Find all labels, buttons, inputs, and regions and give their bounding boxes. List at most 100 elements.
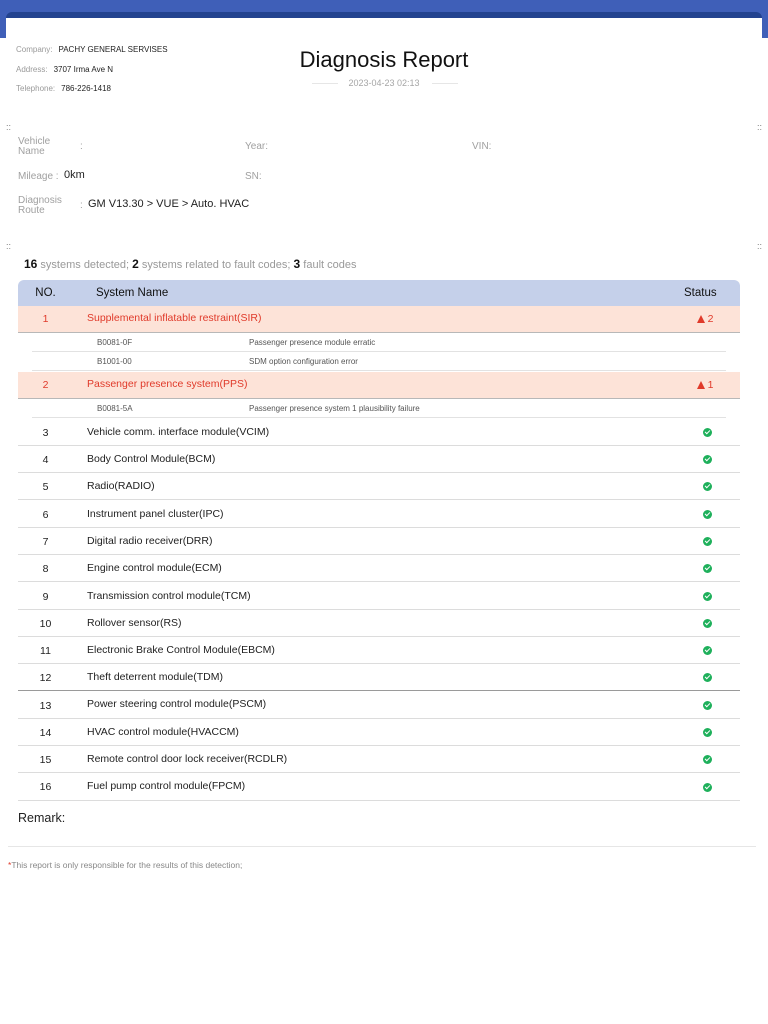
- system-name: Vehicle comm. interface module(VCIM): [87, 426, 270, 438]
- row-number: 15: [39, 754, 52, 766]
- check-circle-icon: [702, 481, 712, 491]
- mileage-label: Mileage :: [18, 171, 59, 182]
- table-row[interactable]: 14 HVAC control module(HVACCM): [18, 719, 740, 746]
- mileage-value: 0km: [64, 169, 85, 181]
- fault-description: Passenger presence module erratic: [249, 338, 376, 347]
- row-number: 16: [39, 781, 52, 793]
- systems-table-header: NO. System Name Status: [18, 280, 740, 306]
- warning-icon: [696, 315, 705, 323]
- system-name: Power steering control module(PSCM): [87, 698, 267, 710]
- fault-code: B0081-5A: [97, 404, 133, 413]
- fault-code: B1001-00: [97, 357, 132, 366]
- system-name: Electronic Brake Control Module(EBCM): [87, 644, 275, 656]
- row-number: 1: [42, 313, 49, 325]
- system-name: Instrument panel cluster(IPC): [87, 508, 224, 520]
- check-circle-icon: [702, 454, 712, 464]
- table-row-fault[interactable]: 2 Passenger presence system(PPS) 1: [18, 372, 740, 399]
- fault-code-row: B1001-00 SDM option configuration error: [32, 352, 726, 371]
- row-number: 6: [42, 509, 49, 521]
- fault-status: 1: [690, 379, 720, 391]
- table-row-fault[interactable]: 1 Supplemental inflatable restraint(SIR)…: [18, 306, 740, 333]
- row-number: 12: [39, 672, 52, 684]
- fault-code: B0081-0F: [97, 338, 133, 347]
- separator-glyph: ::: [757, 241, 763, 251]
- check-circle-icon: [702, 536, 712, 546]
- remark-label: Remark:: [18, 811, 66, 825]
- fault-status: 2: [690, 313, 720, 325]
- table-row[interactable]: 15 Remote control door lock receiver(RCD…: [18, 746, 740, 773]
- systems-text: systems detected;: [40, 259, 130, 271]
- system-name: Theft deterrent module(TDM): [87, 671, 223, 683]
- report-title: Diagnosis Report: [299, 47, 469, 72]
- row-number: 11: [40, 645, 51, 657]
- row-number: 7: [42, 536, 49, 548]
- table-row[interactable]: 9 Transmission control module(TCM): [18, 582, 740, 610]
- systems-count: 16: [24, 257, 38, 271]
- row-number: 5: [42, 481, 49, 493]
- table-row[interactable]: 10 Rollover sensor(RS): [18, 610, 740, 637]
- fault-description: Passenger presence system 1 plausibility…: [249, 404, 420, 413]
- check-circle-icon: [702, 591, 712, 601]
- check-circle-icon: [702, 727, 712, 737]
- table-row[interactable]: 16 Fuel pump control module(FPCM): [18, 773, 740, 801]
- date-divider-right: [432, 83, 458, 84]
- vin-label: VIN:: [472, 141, 492, 152]
- separator-glyph: ::: [6, 122, 12, 132]
- fault-code-row: B0081-0F Passenger presence module errat…: [32, 333, 726, 352]
- check-circle-icon: [702, 645, 712, 655]
- footer-divider: [8, 846, 756, 847]
- table-row[interactable]: 5 Radio(RADIO): [18, 473, 740, 500]
- check-circle-icon: [702, 563, 712, 573]
- vehicle-name-colon: :: [80, 141, 83, 152]
- vehicle-name-label: Vehicle Name: [18, 136, 51, 157]
- header-no: NO.: [35, 287, 56, 299]
- system-name: Rollover sensor(RS): [87, 617, 182, 629]
- diagnosis-route-label: Diagnosis Route: [18, 195, 62, 216]
- fault-count: 2: [707, 313, 714, 325]
- check-circle-icon: [702, 754, 712, 764]
- row-number: 14: [39, 727, 52, 739]
- row-number: 8: [42, 563, 49, 575]
- check-circle-icon: [702, 782, 712, 792]
- row-number: 10: [39, 618, 52, 630]
- table-row[interactable]: 4 Body Control Module(BCM): [18, 446, 740, 473]
- separator-glyph: ::: [6, 241, 12, 251]
- warning-icon: [696, 381, 705, 389]
- diagnosis-route-value: GM V13.30 > VUE > Auto. HVAC: [88, 198, 250, 210]
- system-name: Digital radio receiver(DRR): [87, 535, 213, 547]
- row-number: 9: [42, 591, 49, 603]
- row-number: 2: [42, 379, 49, 391]
- table-row[interactable]: 6 Instrument panel cluster(IPC): [18, 500, 740, 528]
- related-count: 2: [132, 257, 139, 271]
- table-row[interactable]: 3 Vehicle comm. interface module(VCIM): [18, 418, 740, 446]
- diagnosis-route-colon: :: [80, 200, 83, 211]
- table-row[interactable]: 11 Electronic Brake Control Module(EBCM): [18, 637, 740, 664]
- row-number: 4: [42, 454, 49, 466]
- fault-count: 1: [707, 379, 714, 391]
- header-status: Status: [684, 287, 717, 299]
- system-name: Remote control door lock receiver(RCDLR): [87, 753, 288, 765]
- codes-count: 3: [293, 257, 301, 271]
- check-circle-icon: [702, 618, 712, 628]
- report-datetime: 2023-04-23 02:13: [348, 78, 420, 88]
- check-circle-icon: [702, 700, 712, 710]
- system-name: HVAC control module(HVACCM): [87, 726, 239, 738]
- table-row[interactable]: 8 Engine control module(ECM): [18, 555, 740, 582]
- footnote: *This report is only responsible for the…: [8, 860, 242, 870]
- check-circle-icon: [702, 427, 712, 437]
- table-row[interactable]: 13 Power steering control module(PSCM): [18, 691, 740, 719]
- sn-label: SN:: [245, 171, 262, 182]
- system-name: Radio(RADIO): [87, 480, 155, 492]
- table-row[interactable]: 7 Digital radio receiver(DRR): [18, 528, 740, 555]
- system-name: Supplemental inflatable restraint(SIR): [87, 312, 262, 324]
- check-circle-icon: [702, 509, 712, 519]
- header-system-name: System Name: [96, 287, 169, 299]
- codes-text: fault codes: [303, 259, 357, 271]
- system-name: Body Control Module(BCM): [87, 453, 216, 465]
- fault-description: SDM option configuration error: [249, 357, 358, 366]
- year-label: Year:: [245, 141, 268, 152]
- row-number: 3: [42, 427, 49, 439]
- system-name: Engine control module(ECM): [87, 562, 222, 574]
- row-number: 13: [39, 700, 52, 712]
- table-row[interactable]: 12 Theft deterrent module(TDM): [18, 664, 740, 691]
